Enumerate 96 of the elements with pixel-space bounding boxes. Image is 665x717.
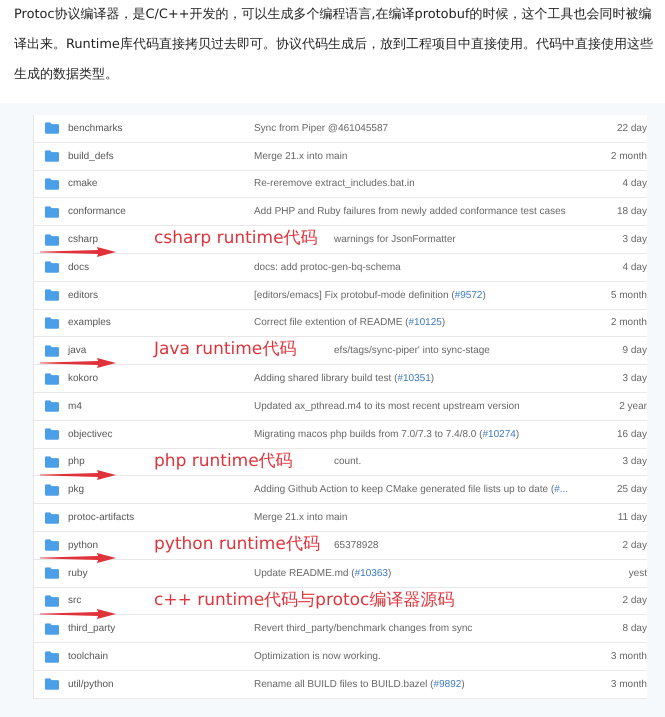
folder-link[interactable]: third_party xyxy=(68,623,116,634)
pull-request-link[interactable]: #10274 xyxy=(482,428,516,440)
folder-icon xyxy=(45,289,59,302)
folder-icon xyxy=(45,316,59,329)
commit-message: Migrating macos php builds from 7.0/7.3 to 7.4/8.0 (#10274) xyxy=(254,428,520,440)
folder-link[interactable]: m4 xyxy=(68,400,82,412)
folder-icon xyxy=(45,512,59,524)
commit-message: Sync from Piper @461045587 xyxy=(254,122,388,134)
commit-age: 4 day xyxy=(622,262,647,273)
commit-age: 11 day xyxy=(616,512,647,524)
commit-message: Add PHP and Ruby failures from newly added conformance test cases xyxy=(254,206,566,218)
commit-age: 3 day xyxy=(622,373,647,384)
folder-link[interactable]: util/python xyxy=(68,678,114,690)
pull-request-link[interactable]: #10363 xyxy=(354,568,388,579)
folder-icon xyxy=(45,428,59,440)
folder-link[interactable]: conformance xyxy=(68,206,126,218)
folder-link[interactable]: kokoro xyxy=(68,373,98,384)
folder-icon xyxy=(45,650,59,663)
commit-age: 2 month xyxy=(610,150,647,162)
pull-request-link[interactable]: #9892 xyxy=(434,678,462,690)
commit-age: 3 day xyxy=(622,456,647,468)
commit-age: 18 day xyxy=(616,206,647,218)
annotation-text: csharp runtime代码 xyxy=(154,228,318,248)
folder-link[interactable]: benchmarks xyxy=(68,122,122,134)
folder-icon xyxy=(45,234,59,246)
folder-link[interactable]: docs xyxy=(68,262,90,273)
pull-request-link[interactable]: #10125 xyxy=(408,317,442,328)
folder-link[interactable]: build_defs xyxy=(68,150,114,162)
annotation-text: c++ runtime代码与protoc编译器源码 xyxy=(154,590,454,610)
folder-icon xyxy=(45,678,59,690)
commit-age: 22 day xyxy=(616,122,647,134)
folder-link[interactable]: cmake xyxy=(68,178,98,190)
folder-icon xyxy=(45,178,59,190)
folder-link[interactable]: objectivec xyxy=(68,428,112,440)
folder-link[interactable]: php xyxy=(68,456,85,468)
commit-age: 2 day xyxy=(622,540,647,551)
commit-age: 3 month xyxy=(610,678,647,690)
commit-message: Rename all BUILD files to BUILD.bazel (#9892) xyxy=(254,678,465,690)
folder-link[interactable]: python xyxy=(68,540,98,551)
commit-message: Re-reremove extract_includes.bat.in xyxy=(254,178,415,190)
folder-icon xyxy=(45,594,59,607)
pull-request-link[interactable]: #... xyxy=(554,484,568,496)
commit-message: Merge 21.x into main xyxy=(254,512,348,524)
commit-message: Adding shared library build test (#10351) xyxy=(254,373,434,384)
folder-link[interactable]: pkg xyxy=(68,484,84,496)
commit-age: 2 day xyxy=(622,595,647,606)
folder-icon xyxy=(45,261,59,274)
folder-icon xyxy=(45,567,59,580)
folder-icon xyxy=(45,400,59,412)
folder-icon xyxy=(45,150,59,162)
commit-age: 25 day xyxy=(616,484,647,496)
commit-message: Updated ax_pthread.m4 to its most recent upstream version xyxy=(254,400,520,412)
folder-link[interactable]: src xyxy=(68,595,82,606)
commit-message: Correct file extention of README (#10125) xyxy=(254,317,446,328)
commit-age: 3 day xyxy=(622,234,647,246)
pull-request-link[interactable]: #9572 xyxy=(454,290,482,301)
commit-age: 9 day xyxy=(622,345,647,356)
folder-icon xyxy=(45,206,59,218)
folder-link[interactable]: editors xyxy=(68,290,98,301)
annotation-text: php runtime代码 xyxy=(154,450,293,471)
commit-message: docs: add protoc-gen-bq-schema xyxy=(254,262,401,273)
folder-link[interactable]: examples xyxy=(68,317,111,328)
folder-icon xyxy=(45,484,59,496)
commit-message: Merge 21.x into main xyxy=(254,150,348,162)
commit-message: efs/tags/sync-piper' into sync-stage xyxy=(334,345,490,356)
commit-age: 3 month xyxy=(610,651,647,662)
commit-message: warnings for JsonFormatter xyxy=(334,234,456,246)
commit-message: Update README.md (#10363) xyxy=(254,568,392,579)
commit-age: 2 month xyxy=(610,317,647,328)
commit-message: Revert third_party/benchmark changes from sync xyxy=(254,623,472,634)
folder-link[interactable]: protoc-artifacts xyxy=(68,512,134,524)
folder-icon xyxy=(45,456,59,468)
commit-message: count. xyxy=(334,456,362,468)
commit-message: 65378928 xyxy=(334,540,378,551)
pull-request-link[interactable]: #10351 xyxy=(397,373,431,384)
folder-icon xyxy=(45,344,59,357)
commit-message: Adding Github Action to keep CMake generated file lists up to date (#... xyxy=(254,484,568,496)
commit-message: Optimization is now working. xyxy=(254,651,381,662)
folder-icon xyxy=(45,122,59,134)
folder-icon xyxy=(45,622,59,635)
commit-age: 16 day xyxy=(616,428,647,440)
folder-link[interactable]: java xyxy=(68,345,86,356)
folder-icon xyxy=(45,539,59,552)
folder-link[interactable]: ruby xyxy=(68,568,88,579)
commit-age: 2 year xyxy=(618,400,647,412)
folder-link[interactable]: toolchain xyxy=(68,651,108,662)
annotation-text: python runtime代码 xyxy=(154,534,320,554)
commit-age: 8 day xyxy=(622,623,647,634)
annotation-text: Java runtime代码 xyxy=(154,339,296,360)
commit-age: yest xyxy=(628,568,647,579)
folder-icon xyxy=(45,372,59,385)
commit-message: [editors/emacs] Fix protobuf-mode definition (#9572) xyxy=(254,290,486,301)
article-paragraph: Protoc协议编译器，是C/C++开发的，可以生成多个编程语言,在编译protobuf的时候，这个工具也会同时被编译出来。Runtime库代码直接拷贝过去即可。协议代码生成后，放到工程项目中直接使用。代码中直接使用这些生成的数据类型。 xyxy=(13,6,654,84)
commit-age: 5 month xyxy=(610,290,647,301)
folder-link[interactable]: csharp xyxy=(68,234,98,246)
commit-age: 4 day xyxy=(622,178,647,190)
